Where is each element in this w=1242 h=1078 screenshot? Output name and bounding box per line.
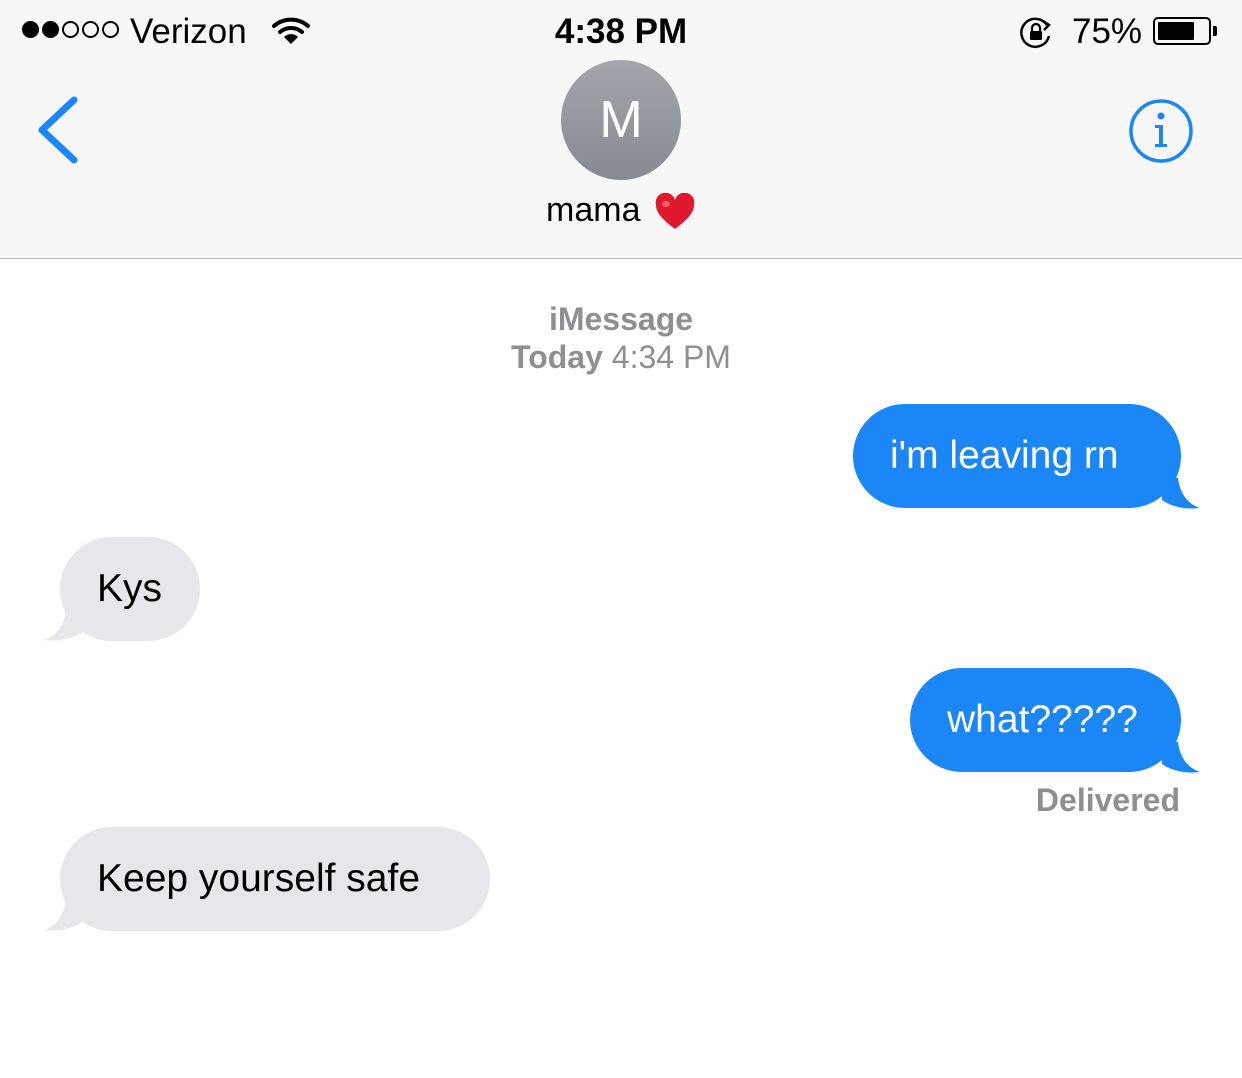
orientation-lock-icon (1020, 17, 1051, 49)
message-bubble-incoming[interactable]: Keep yourself safe (60, 827, 490, 931)
navigation-header: Verizon 4:38 PM 75% M mama (0, 0, 1242, 259)
message-bubble-outgoing[interactable]: what????? (910, 668, 1181, 772)
timestamp-day: Today (511, 339, 603, 375)
timestamp-time: 4:34 PM (611, 339, 731, 375)
contact-name-row[interactable]: mama (0, 188, 1242, 232)
battery-tip (1213, 26, 1217, 36)
service-label: iMessage (548, 301, 694, 337)
delivered-status: Delivered (1035, 782, 1180, 818)
heart-icon (655, 193, 695, 230)
battery-icon (1153, 17, 1211, 45)
info-icon[interactable] (1128, 98, 1194, 164)
battery-level (1158, 22, 1194, 40)
contact-name: mama (546, 191, 641, 229)
message-text: i'm leaving rn (890, 434, 1119, 477)
message-bubble-outgoing[interactable]: i'm leaving rn (853, 404, 1181, 508)
message-bubble-incoming[interactable]: Kys (60, 537, 200, 641)
contact-avatar[interactable]: M (561, 60, 681, 180)
message-text: Keep yourself safe (97, 857, 421, 900)
status-bar: Verizon 4:38 PM 75% (0, 0, 1242, 62)
battery-percentage: 75% (1072, 12, 1143, 51)
message-text: Kys (97, 567, 163, 610)
conversation-timestamp: Today 4:34 PM (0, 338, 1242, 376)
message-text: what????? (947, 698, 1138, 741)
back-chevron-icon[interactable] (34, 96, 84, 164)
status-time: 4:38 PM (554, 12, 688, 51)
